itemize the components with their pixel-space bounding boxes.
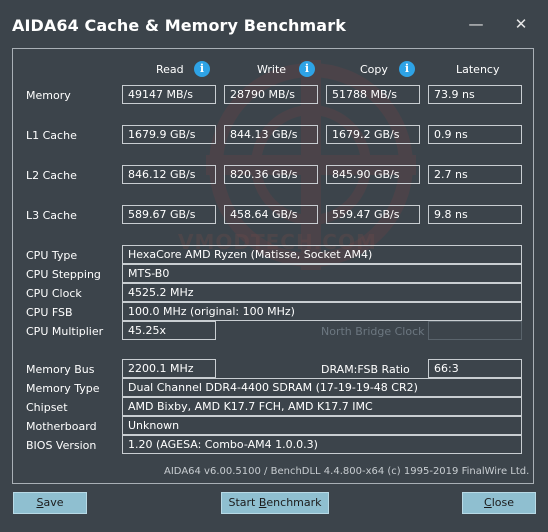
memory-type-label: Memory Type [26, 382, 100, 395]
chipset-value: AMD Bixby, AMD K17.7 FCH, AMD K17.7 IMC [122, 397, 522, 416]
start-benchmark-button[interactable]: Start Benchmark [221, 492, 329, 514]
l2-read-value: 846.12 GB/s [122, 165, 216, 184]
l1-write-value: 844.13 GB/s [224, 125, 318, 144]
l2-copy-value: 845.90 GB/s [326, 165, 420, 184]
l2-latency-value: 2.7 ns [428, 165, 522, 184]
memory-write-value: 28790 MB/s [224, 85, 318, 104]
footer-version-text: AIDA64 v6.00.5100 / BenchDLL 4.4.800-x64… [164, 466, 530, 477]
close-button-label: lose [491, 496, 514, 509]
title-bar: AIDA64 Cache & Memory Benchmark — ✕ [0, 0, 548, 52]
close-button-mnemonic: C [484, 496, 492, 509]
memory-type-value: Dual Channel DDR4-4400 SDRAM (17-19-19-4… [122, 378, 522, 397]
l1-copy-value: 1679.2 GB/s [326, 125, 420, 144]
l1-read-value: 1679.9 GB/s [122, 125, 216, 144]
cpu-fsb-value: 100.0 MHz (original: 100 MHz) [122, 302, 522, 321]
memory-copy-value: 51788 MB/s [326, 85, 420, 104]
l1-latency-value: 0.9 ns [428, 125, 522, 144]
bios-version-label: BIOS Version [26, 439, 97, 452]
write-info-icon[interactable]: i [299, 61, 315, 77]
cpu-stepping-value: MTS-B0 [122, 264, 522, 283]
start-benchmark-label-rest: enchmark [266, 496, 322, 509]
row-label-memory: Memory [26, 89, 71, 102]
bios-version-value: 1.20 (AGESA: Combo-AM4 1.0.0.3) [122, 435, 522, 454]
motherboard-value: Unknown [122, 416, 522, 435]
copy-info-icon[interactable]: i [399, 61, 415, 77]
motherboard-label: Motherboard [26, 420, 97, 433]
row-label-l1: L1 Cache [26, 129, 77, 142]
l3-write-value: 458.64 GB/s [224, 205, 318, 224]
window-title: AIDA64 Cache & Memory Benchmark [12, 16, 346, 35]
l3-read-value: 589.67 GB/s [122, 205, 216, 224]
minimize-button[interactable]: — [466, 14, 486, 34]
cpu-type-label: CPU Type [26, 249, 78, 262]
close-window-button[interactable]: ✕ [511, 14, 531, 34]
dram-fsb-ratio-label: DRAM:FSB Ratio [321, 363, 410, 376]
cpu-multiplier-label: CPU Multiplier [26, 325, 104, 338]
memory-bus-label: Memory Bus [26, 363, 95, 376]
l2-write-value: 820.36 GB/s [224, 165, 318, 184]
cpu-clock-label: CPU Clock [26, 287, 82, 300]
col-write-header: Write [257, 63, 287, 76]
chipset-label: Chipset [26, 401, 68, 414]
memory-read-value: 49147 MB/s [122, 85, 216, 104]
north-bridge-clock-value [428, 321, 522, 340]
row-label-l3: L3 Cache [26, 209, 77, 222]
north-bridge-clock-label: North Bridge Clock [321, 325, 425, 338]
read-info-icon[interactable]: i [194, 61, 210, 77]
l3-copy-value: 559.47 GB/s [326, 205, 420, 224]
save-button-label: ave [43, 496, 64, 509]
cpu-stepping-label: CPU Stepping [26, 268, 101, 281]
close-button[interactable]: Close [462, 492, 536, 514]
start-benchmark-label-pre: Start [228, 496, 259, 509]
save-button[interactable]: Save [13, 492, 87, 514]
cpu-multiplier-value: 45.25x [122, 321, 216, 340]
memory-latency-value: 73.9 ns [428, 85, 522, 104]
col-latency-header: Latency [456, 63, 500, 76]
dram-fsb-ratio-value: 66:3 [428, 359, 522, 378]
col-copy-header: Copy [360, 63, 388, 76]
cpu-fsb-label: CPU FSB [26, 306, 73, 319]
row-label-l2: L2 Cache [26, 169, 77, 182]
l3-latency-value: 9.8 ns [428, 205, 522, 224]
cpu-clock-value: 4525.2 MHz [122, 283, 522, 302]
col-read-header: Read [156, 63, 184, 76]
cpu-type-value: HexaCore AMD Ryzen (Matisse, Socket AM4) [122, 245, 522, 264]
memory-bus-value: 2200.1 MHz [122, 359, 216, 378]
